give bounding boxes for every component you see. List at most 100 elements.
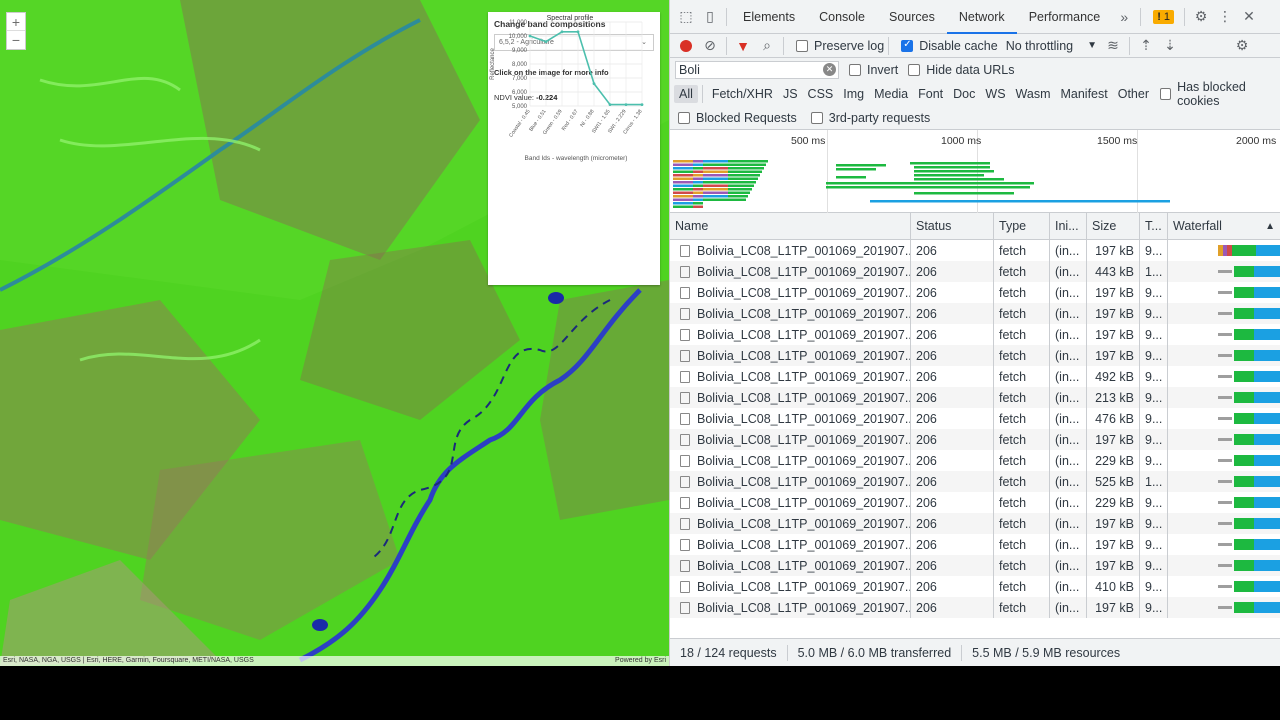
search-icon[interactable]: ⌕ — [755, 34, 779, 58]
table-row[interactable]: Bolivia_LC08_L1TP_001069_201907... 206 fet… — [670, 324, 1280, 345]
column-waterfall[interactable]: Waterfall ▲ — [1168, 213, 1280, 239]
tab-performance[interactable]: Performance — [1017, 0, 1113, 34]
request-name[interactable]: Bolivia_LC08_L1TP_001069_201907... — [670, 387, 911, 408]
request-name[interactable]: Bolivia_LC08_L1TP_001069_201907... — [670, 345, 911, 366]
has-blocked-cookies-checkbox[interactable]: Has blocked cookies — [1160, 80, 1280, 108]
hide-data-urls-checkbox[interactable]: Hide data URLs — [908, 63, 1015, 77]
type-img[interactable]: Img — [838, 85, 869, 103]
request-initiator[interactable]: (in... — [1050, 429, 1087, 450]
tab-elements[interactable]: Elements — [731, 0, 807, 34]
tab-console[interactable]: Console — [807, 0, 877, 34]
kebab-menu-icon[interactable]: ⋮ — [1213, 5, 1237, 29]
request-name[interactable]: Bolivia_LC08_L1TP_001069_201907... — [670, 429, 911, 450]
table-row[interactable]: Bolivia_LC08_L1TP_001069_201907... 206 fet… — [670, 429, 1280, 450]
column-status[interactable]: Status — [911, 213, 994, 239]
network-conditions-icon[interactable]: ≋ — [1101, 34, 1125, 58]
clear-filter-icon[interactable]: ✕ — [823, 63, 836, 76]
request-name[interactable]: Bolivia_LC08_L1TP_001069_201907... — [670, 261, 911, 282]
type-font[interactable]: Font — [913, 85, 948, 103]
network-overview-timeline[interactable]: 500 ms 1000 ms 1500 ms 2000 ms — [670, 130, 1280, 213]
column-type[interactable]: Type — [994, 213, 1050, 239]
type-fetch-xhr[interactable]: Fetch/XHR — [707, 85, 778, 103]
table-row[interactable]: Bolivia_LC08_L1TP_001069_201907... 206 fet… — [670, 513, 1280, 534]
type-ws[interactable]: WS — [980, 85, 1010, 103]
request-initiator[interactable]: (in... — [1050, 555, 1087, 576]
request-initiator[interactable]: (in... — [1050, 471, 1087, 492]
request-name[interactable]: Bolivia_LC08_L1TP_001069_201907... — [670, 534, 911, 555]
column-initiator[interactable]: Ini... — [1050, 213, 1087, 239]
column-name[interactable]: Name — [670, 213, 911, 239]
type-manifest[interactable]: Manifest — [1055, 85, 1112, 103]
powered-by-text[interactable]: Powered by Esri — [615, 656, 666, 666]
request-name[interactable]: Bolivia_LC08_L1TP_001069_201907... — [670, 282, 911, 303]
request-name[interactable]: Bolivia_LC08_L1TP_001069_201907... — [670, 555, 911, 576]
type-media[interactable]: Media — [869, 85, 913, 103]
invert-checkbox[interactable]: Invert — [849, 63, 898, 77]
preserve-log-checkbox[interactable]: Preserve log — [796, 39, 884, 53]
request-initiator[interactable]: (in... — [1050, 513, 1087, 534]
table-row[interactable]: Bolivia_LC08_L1TP_001069_201907... 206 fet… — [670, 408, 1280, 429]
request-name[interactable]: Bolivia_LC08_L1TP_001069_201907... — [670, 513, 911, 534]
table-row[interactable]: Bolivia_LC08_L1TP_001069_201907... 206 fet… — [670, 492, 1280, 513]
request-name[interactable]: Bolivia_LC08_L1TP_001069_201907... — [670, 408, 911, 429]
request-name[interactable]: Bolivia_LC08_L1TP_001069_201907... — [670, 576, 911, 597]
table-row[interactable]: Bolivia_LC08_L1TP_001069_201907... 206 fet… — [670, 534, 1280, 555]
request-initiator[interactable]: (in... — [1050, 240, 1087, 261]
tab-sources[interactable]: Sources — [877, 0, 947, 34]
column-size[interactable]: Size — [1087, 213, 1140, 239]
tab-network[interactable]: Network — [946, 0, 1017, 34]
issues-badge[interactable]: ! 1 — [1153, 9, 1175, 24]
table-row[interactable]: Bolivia_LC08_L1TP_001069_201907... 206 fet… — [670, 282, 1280, 303]
device-toolbar-icon[interactable]: ▯ — [698, 5, 722, 29]
record-icon[interactable] — [674, 34, 698, 58]
import-har-icon[interactable]: ⇡ — [1134, 34, 1158, 58]
table-row[interactable]: Bolivia_LC08_L1TP_001069_201907... 206 fet… — [670, 597, 1280, 618]
request-initiator[interactable]: (in... — [1050, 408, 1087, 429]
filter-input[interactable]: Boli ✕ — [675, 61, 839, 79]
request-initiator[interactable]: (in... — [1050, 450, 1087, 471]
clear-icon[interactable]: ⊘ — [698, 34, 722, 58]
table-row[interactable]: Bolivia_LC08_L1TP_001069_201907... 206 fet… — [670, 240, 1280, 261]
request-initiator[interactable]: (in... — [1050, 597, 1087, 618]
zoom-in-button[interactable]: + — [7, 13, 25, 31]
third-party-checkbox[interactable]: 3rd-party requests — [810, 111, 930, 125]
request-initiator[interactable]: (in... — [1050, 534, 1087, 555]
request-initiator[interactable]: (in... — [1050, 282, 1087, 303]
blocked-requests-checkbox[interactable]: Blocked Requests — [678, 111, 797, 125]
table-row[interactable]: Bolivia_LC08_L1TP_001069_201907... 206 fet… — [670, 345, 1280, 366]
request-name[interactable]: Bolivia_LC08_L1TP_001069_201907... — [670, 303, 911, 324]
column-time[interactable]: T... — [1140, 213, 1168, 239]
zoom-out-button[interactable]: − — [7, 31, 25, 49]
request-name[interactable]: Bolivia_LC08_L1TP_001069_201907... — [670, 240, 911, 261]
request-name[interactable]: Bolivia_LC08_L1TP_001069_201907... — [670, 471, 911, 492]
request-initiator[interactable]: (in... — [1050, 366, 1087, 387]
request-initiator[interactable]: (in... — [1050, 576, 1087, 597]
table-row[interactable]: Bolivia_LC08_L1TP_001069_201907... 206 fet… — [670, 366, 1280, 387]
settings-gear-icon[interactable]: ⚙ — [1189, 5, 1213, 29]
more-tabs-icon[interactable]: » — [1112, 5, 1136, 29]
type-doc[interactable]: Doc — [948, 85, 980, 103]
request-initiator[interactable]: (in... — [1050, 345, 1087, 366]
table-row[interactable]: Bolivia_LC08_L1TP_001069_201907... 206 fet… — [670, 261, 1280, 282]
type-wasm[interactable]: Wasm — [1011, 85, 1056, 103]
request-name[interactable]: Bolivia_LC08_L1TP_001069_201907... — [670, 450, 911, 471]
table-row[interactable]: Bolivia_LC08_L1TP_001069_201907... 206 fet… — [670, 576, 1280, 597]
request-name[interactable]: Bolivia_LC08_L1TP_001069_201907... — [670, 366, 911, 387]
type-js[interactable]: JS — [778, 85, 803, 103]
type-css[interactable]: CSS — [803, 85, 839, 103]
request-initiator[interactable]: (in... — [1050, 324, 1087, 345]
table-row[interactable]: Bolivia_LC08_L1TP_001069_201907... 206 fet… — [670, 387, 1280, 408]
request-initiator[interactable]: (in... — [1050, 303, 1087, 324]
table-row[interactable]: Bolivia_LC08_L1TP_001069_201907... 206 fet… — [670, 471, 1280, 492]
request-name[interactable]: Bolivia_LC08_L1TP_001069_201907... — [670, 324, 911, 345]
type-all[interactable]: All — [674, 85, 698, 103]
request-initiator[interactable]: (in... — [1050, 492, 1087, 513]
request-initiator[interactable]: (in... — [1050, 261, 1087, 282]
request-initiator[interactable]: (in... — [1050, 387, 1087, 408]
close-icon[interactable]: ✕ — [1237, 5, 1261, 29]
disable-cache-checkbox[interactable]: Disable cache — [901, 39, 998, 53]
satellite-map[interactable]: + − Esri, NASA, NGA, USGS | Esri, HERE, … — [0, 0, 669, 666]
table-row[interactable]: Bolivia_LC08_L1TP_001069_201907... 206 fet… — [670, 303, 1280, 324]
type-other[interactable]: Other — [1113, 85, 1154, 103]
throttling-select[interactable]: No throttling ▼ — [1006, 39, 1097, 53]
